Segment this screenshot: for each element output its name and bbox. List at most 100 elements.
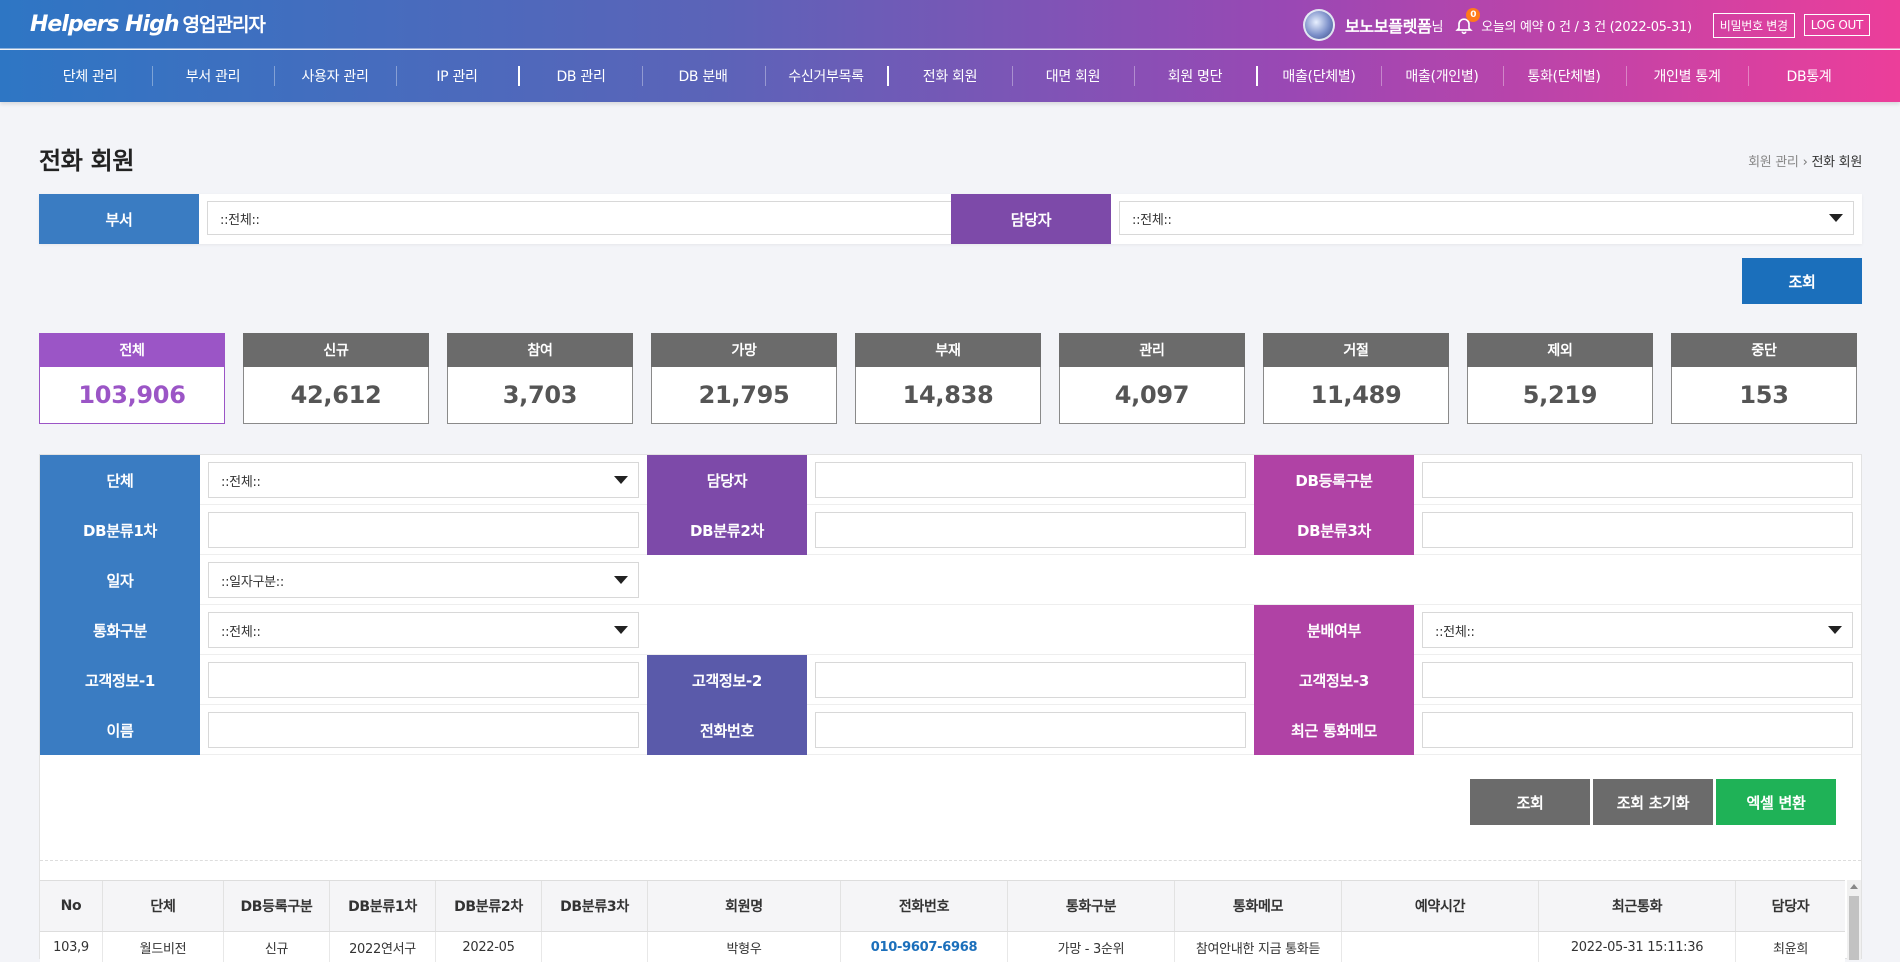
db-cat2-label: DB분류2차	[647, 505, 807, 555]
stat-value: 21,795	[651, 367, 837, 424]
cell-group: 월드비전	[103, 932, 224, 962]
reset-search-button[interactable]: 조회 초기화	[1593, 779, 1713, 825]
db-cat3-input[interactable]	[1422, 512, 1853, 548]
avatar	[1302, 9, 1335, 41]
date-type-select[interactable]: ::일자구분::	[208, 562, 639, 598]
column-header[interactable]: DB분류2차	[436, 881, 542, 931]
bell-icon[interactable]: 0	[1453, 8, 1481, 36]
call-type-select[interactable]: ::전체::	[208, 612, 639, 648]
cust1-input[interactable]	[208, 662, 639, 698]
stat-card-new[interactable]: 신규 42,612	[243, 333, 429, 424]
top-filter-bar: 부서 ::전체:: 담당자 ::전체::	[39, 194, 1862, 244]
stat-card-join[interactable]: 참여 3,703	[447, 333, 633, 424]
distribute-select[interactable]: ::전체::	[1422, 612, 1853, 648]
user-area: 보노보플렛폼 님 0 오늘의 예약 0 건 / 3 건 (2022-05-31)…	[1302, 8, 1870, 41]
top-search-button[interactable]: 조회	[1742, 258, 1862, 304]
memo-label: 최근 통화메모	[1254, 705, 1414, 755]
distribute-label: 분배여부	[1254, 605, 1414, 655]
caret-down-icon	[1828, 626, 1842, 634]
stat-card-stop[interactable]: 중단 153	[1671, 333, 1857, 424]
caret-down-icon	[614, 476, 628, 484]
stat-value: 153	[1671, 367, 1857, 424]
db-cat3-label: DB분류3차	[1254, 505, 1414, 555]
cell-phone-link[interactable]: 010-9607-6968	[841, 932, 1008, 962]
logo-sub: 영업관리자	[182, 14, 266, 36]
call-type-value: ::전체::	[221, 624, 261, 640]
nav-item-sales-person[interactable]: 매출(개인별)	[1381, 50, 1503, 102]
stat-value: 11,489	[1263, 367, 1449, 424]
column-header[interactable]: 담당자	[1736, 881, 1845, 931]
table-row[interactable]: 103,9 월드비전 신규 2022연서구 2022-05 박형우 010-96…	[40, 932, 1845, 962]
group-select[interactable]: ::전체::	[208, 462, 639, 498]
nav-item-db-distribute[interactable]: DB 분배	[642, 50, 764, 102]
nav-item-person-stats[interactable]: 개인별 통계	[1626, 50, 1748, 102]
nav-item-member-list[interactable]: 회원 명단	[1134, 50, 1256, 102]
nav-item-call-group[interactable]: 통화(단체별)	[1503, 50, 1625, 102]
nav-item-user[interactable]: 사용자 관리	[274, 50, 396, 102]
stat-card-reject[interactable]: 거절 11,489	[1263, 333, 1449, 424]
change-password-button[interactable]: 비밀번호 변경	[1712, 12, 1795, 38]
column-header[interactable]: 통화구분	[1008, 881, 1175, 931]
breadcrumb-parent[interactable]: 회원 관리	[1748, 155, 1799, 170]
stat-card-manage[interactable]: 관리 4,097	[1059, 333, 1245, 424]
stat-card-all[interactable]: 전체 103,906	[39, 333, 225, 424]
search-manager-input[interactable]	[815, 462, 1246, 498]
nav-item-face-member[interactable]: 대면 회원	[1012, 50, 1134, 102]
manager-select[interactable]: ::전체::	[1119, 201, 1854, 235]
scrollbar-thumb[interactable]	[1849, 896, 1859, 960]
group-select-value: ::전체::	[221, 474, 261, 490]
phone-input[interactable]	[815, 712, 1246, 748]
page-title: 전화 회원	[39, 147, 135, 175]
column-header[interactable]: 예약시간	[1342, 881, 1539, 931]
column-header[interactable]: DB등록구분	[224, 881, 330, 931]
nav-item-ip[interactable]: IP 관리	[396, 50, 518, 102]
nav-item-db-stats[interactable]: DB통계	[1748, 50, 1870, 102]
nav-item-reject-list[interactable]: 수신거부목록	[765, 50, 887, 102]
column-header[interactable]: 최근통화	[1539, 881, 1736, 931]
caret-down-icon	[1829, 214, 1843, 222]
cust3-input[interactable]	[1422, 662, 1853, 698]
nav-item-group[interactable]: 단체 관리	[29, 50, 151, 102]
stat-value: 3,703	[447, 367, 633, 424]
search-row: 고객정보-1 고객정보-2 고객정보-3	[40, 655, 1861, 705]
app-logo[interactable]: Helpers High 영업관리자	[30, 10, 266, 37]
cust1-label: 고객정보-1	[40, 655, 200, 705]
excel-export-button[interactable]: 엑셀 변환	[1716, 779, 1836, 825]
search-row: 일자 ::일자구분::	[40, 555, 1861, 605]
phone-label: 전화번호	[647, 705, 807, 755]
stat-card-absent[interactable]: 부재 14,838	[855, 333, 1041, 424]
db-cat2-input[interactable]	[815, 512, 1246, 548]
distribute-value: ::전체::	[1435, 624, 1475, 640]
db-cat1-input[interactable]	[208, 512, 639, 548]
table-scrollbar[interactable]	[1847, 880, 1861, 960]
logout-button[interactable]: LOG OUT	[1803, 14, 1870, 36]
nav-item-db[interactable]: DB 관리	[520, 50, 642, 102]
stat-label: 가망	[651, 333, 837, 367]
column-header[interactable]: 회원명	[648, 881, 841, 931]
memo-input[interactable]	[1422, 712, 1853, 748]
column-header[interactable]: 통화메모	[1175, 881, 1342, 931]
column-header[interactable]: 단체	[103, 881, 224, 931]
column-header[interactable]: DB분류3차	[542, 881, 648, 931]
cust2-input[interactable]	[815, 662, 1246, 698]
scroll-up-icon[interactable]	[1850, 884, 1858, 889]
stat-card-prospect[interactable]: 가망 21,795	[651, 333, 837, 424]
db-reg-input[interactable]	[1422, 462, 1853, 498]
stat-card-exclude[interactable]: 제외 5,219	[1467, 333, 1653, 424]
nav-item-dept[interactable]: 부서 관리	[152, 50, 274, 102]
dept-select[interactable]: ::전체::	[207, 201, 981, 235]
cell-member-name: 박형우	[648, 932, 841, 962]
search-row: 단체 ::전체:: 담당자 DB등록구분	[40, 455, 1861, 505]
search-row: DB분류1차 DB분류2차 DB분류3차	[40, 505, 1861, 555]
nav-item-sales-group[interactable]: 매출(단체별)	[1258, 50, 1380, 102]
column-header[interactable]: DB분류1차	[330, 881, 436, 931]
column-header[interactable]: No	[40, 881, 103, 931]
stat-value: 42,612	[243, 367, 429, 424]
group-label: 단체	[40, 455, 200, 505]
cell-db-cat3	[542, 932, 648, 962]
nav-item-phone-member[interactable]: 전화 회원	[889, 50, 1011, 102]
table-header: No 단체 DB등록구분 DB분류1차 DB분류2차 DB분류3차 회원명 전화…	[40, 880, 1845, 932]
name-input[interactable]	[208, 712, 639, 748]
search-button[interactable]: 조회	[1470, 779, 1590, 825]
column-header[interactable]: 전화번호	[841, 881, 1008, 931]
